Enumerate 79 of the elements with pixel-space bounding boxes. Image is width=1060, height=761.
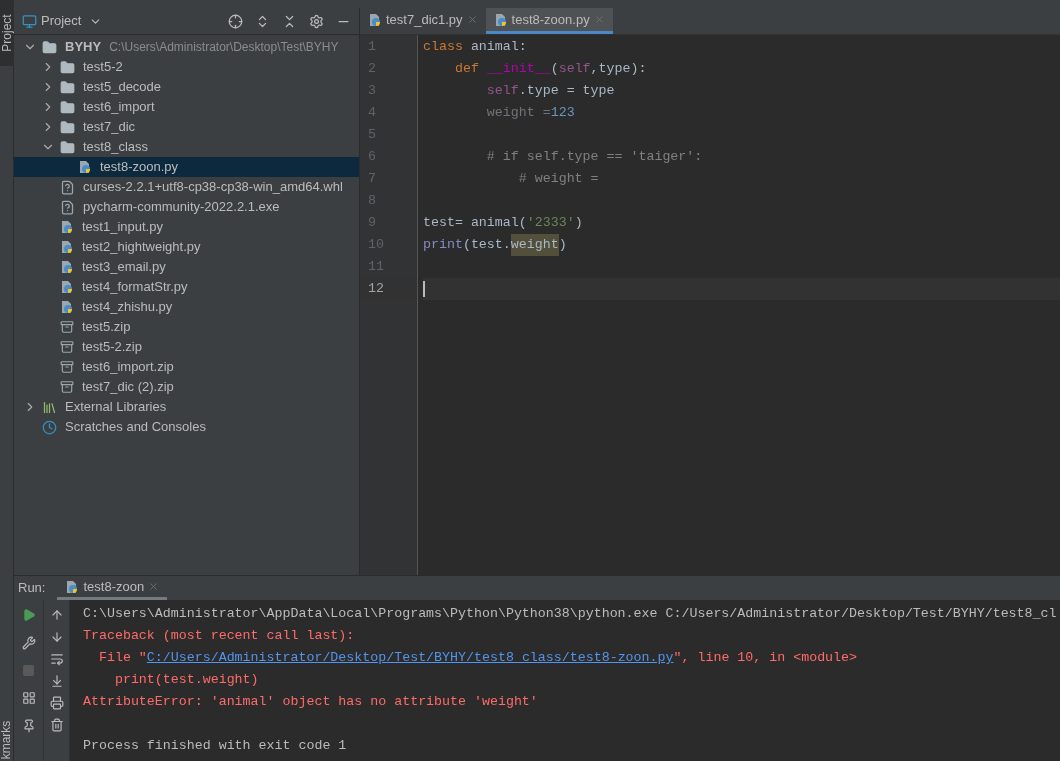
settings-icon[interactable] [309,13,324,29]
console-text: File " [97,649,147,667]
tree-item[interactable]: pycharm-community-2022.2.1.exe [14,197,359,217]
pin-icon[interactable] [21,719,36,733]
tree-item[interactable]: test7_dic (2).zip [14,377,359,397]
side-tab[interactable]: kmarks [0,719,14,761]
locate-icon[interactable] [228,13,243,29]
folder-icon [60,139,75,155]
python-file-icon [60,260,74,274]
console-text: C:\Users\Administrator\AppData\Local\Programs\Python\Python38\python.exe C:/Users/Administrator/Desktop/Test/BYHY/test8_cl [83,605,1057,623]
arrow-down-icon[interactable] [49,630,64,644]
tree-item[interactable]: External Libraries [14,397,359,417]
tree-item[interactable]: test4_zhishu.py [14,297,359,317]
code-line: self.type = type [485,82,616,100]
tree-item[interactable]: Scratches and Consoles [14,417,359,437]
scratches-icon [42,419,57,435]
print-icon[interactable] [49,696,64,710]
python-file-icon [65,579,80,594]
code-line: weight =123 [485,104,576,122]
tree-item[interactable]: test1_input.py [14,217,359,237]
console-text: ", line 10, in <module> [673,649,858,667]
console-text: AttributeError: 'animal' object has no attribute 'weight' [83,693,538,711]
code-line: test= animal('2333') [423,214,584,232]
run-label: Run: [18,579,46,598]
tree-item[interactable]: test5-2.zip [14,337,359,357]
tree-item[interactable]: test8-zoon.py [14,157,359,177]
python-file-icon [60,300,74,314]
python-file-icon [368,12,382,27]
soft-wrap-icon[interactable] [49,652,64,666]
project-view-selector[interactable]: Project [41,11,103,31]
code-line: class animal: [423,38,528,56]
python-file-icon [493,12,508,27]
tree-item[interactable]: curses-2.2.1+utf8-cp38-cp38-win_amd64.whl [14,177,359,197]
python-file-icon [60,240,74,254]
text-cursor [423,281,425,297]
tree-item[interactable]: test6_import.zip [14,357,359,377]
folder-icon [60,99,75,115]
editor-tab[interactable]: test7_dic1.py [360,8,486,34]
trash-icon[interactable] [49,718,64,732]
tree-item[interactable]: test8_class [14,137,359,157]
console-text: Traceback (most recent call last): [83,627,355,645]
tree-item[interactable]: test5.zip [14,317,359,337]
tree-item[interactable]: test3_email.py [14,257,359,277]
file-link[interactable]: C:/Users/Administrator/Desktop/Test/BYHY/test8_class/test8-zoon.py [146,647,674,669]
python-file-icon [78,160,92,174]
tree-item[interactable]: BYHY C:\Users\Administrator\Desktop\Test\BYHY [14,37,359,57]
tree-item[interactable]: test7_dic [14,117,359,137]
unknown-file-icon [60,179,75,195]
arrow-up-icon[interactable] [49,608,64,622]
unknown-file-icon [60,199,75,215]
archive-icon [60,320,74,334]
folder-icon [42,39,57,55]
archive-icon [60,360,74,374]
library-icon [42,399,57,415]
archive-icon [60,340,74,354]
editor-tab[interactable]: test8-zoon.py [485,8,613,34]
folder-icon [60,119,75,135]
side-tab[interactable]: Project [0,0,14,66]
project-view-icon [22,13,37,29]
scroll-to-end-icon[interactable] [49,674,64,688]
archive-icon [60,380,74,394]
tree-item[interactable]: test6_import [14,97,359,117]
python-file-icon [60,280,74,294]
code-line: print(test.weight) [423,234,1060,256]
tree-item[interactable]: test5_decode [14,77,359,97]
folder-icon [60,59,75,75]
tree-item[interactable]: test5-2 [14,57,359,77]
code-line: # if self.type == 'taiger': [485,148,704,166]
python-file-icon [60,220,74,234]
console-text: Process finished with exit code 1 [83,737,347,755]
layout-icon[interactable] [21,691,36,705]
tree-item[interactable]: test2_hightweight.py [14,237,359,257]
console-text: print(test.weight) [113,671,259,689]
folder-icon [60,79,75,95]
code-line: # weight = [517,170,600,188]
wrench-icon[interactable] [21,636,36,650]
tree-item[interactable]: test4_formatStr.py [14,277,359,297]
code-line: def __init__(self,type): [453,60,648,78]
run-icon[interactable] [21,608,36,622]
